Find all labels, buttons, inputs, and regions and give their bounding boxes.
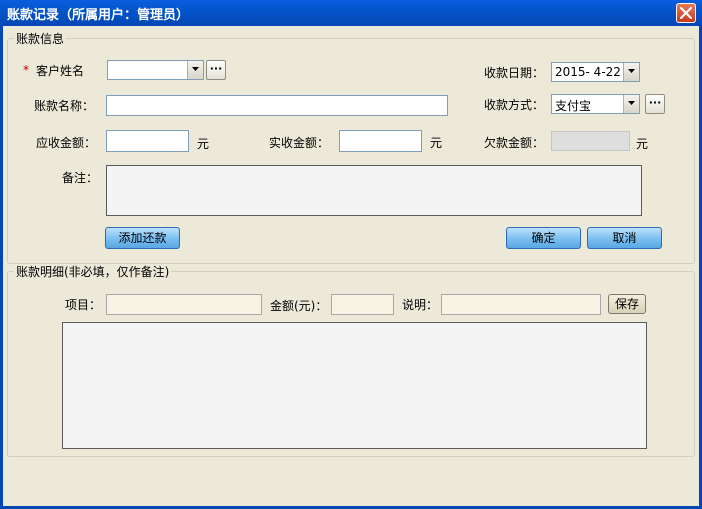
chevron-down-icon	[192, 67, 199, 71]
remark-textarea[interactable]	[106, 165, 642, 216]
description-label: 说明：	[402, 298, 439, 312]
confirm-button[interactable]: 确定	[506, 227, 581, 249]
payment-method-label: 收款方式：	[484, 98, 545, 112]
chevron-down-icon	[628, 101, 635, 105]
cancel-button[interactable]: 取消	[587, 227, 662, 249]
receivable-label: 应收金额：	[36, 136, 97, 150]
date-value: 2015- 4-22	[555, 65, 621, 79]
account-name-input[interactable]	[106, 95, 448, 116]
customer-name-combo[interactable]	[107, 60, 204, 80]
item-input[interactable]	[106, 294, 262, 315]
add-repayment-button[interactable]: 添加还款	[105, 227, 180, 249]
save-button[interactable]: 保存	[608, 294, 646, 314]
payment-method-dropdown-button[interactable]	[623, 95, 639, 113]
amount-input[interactable]	[331, 294, 394, 315]
amount-label: 金额(元)：	[270, 299, 328, 313]
date-label: 收款日期：	[484, 66, 545, 80]
account-info-legend: 账款信息	[16, 32, 65, 46]
close-button[interactable]	[676, 3, 696, 23]
owed-label: 欠款金额：	[484, 136, 545, 150]
received-input[interactable]	[339, 130, 422, 152]
customer-browse-button[interactable]: ···	[206, 60, 226, 80]
payment-method-browse-button[interactable]: ···	[645, 94, 665, 114]
owed-unit: 元	[636, 137, 649, 151]
customer-dropdown-button[interactable]	[187, 61, 203, 79]
receivable-unit: 元	[197, 137, 210, 151]
detail-list[interactable]	[62, 322, 647, 449]
description-input[interactable]	[441, 294, 601, 315]
window-title: 账款记录（所属用户：管理员）	[7, 8, 190, 23]
owed-input	[551, 131, 630, 151]
date-picker[interactable]: 2015- 4-22	[551, 62, 640, 82]
date-dropdown-button[interactable]	[623, 63, 639, 81]
receivable-input[interactable]	[106, 130, 189, 152]
customer-name-label: 客户姓名	[36, 64, 85, 78]
close-icon	[680, 7, 692, 19]
account-detail-legend: 账款明细(非必填，仅作备注)	[16, 265, 170, 279]
remark-label: 备注：	[62, 171, 99, 185]
title-bar: 账款记录（所属用户：管理员）	[0, 0, 702, 26]
payment-method-value: 支付宝	[555, 99, 592, 113]
received-label: 实收金额：	[269, 136, 330, 150]
item-label: 项目：	[65, 298, 102, 312]
account-name-label: 账款名称：	[34, 99, 95, 113]
chevron-down-icon	[628, 69, 635, 73]
received-unit: 元	[430, 136, 443, 150]
payment-method-combo[interactable]: 支付宝	[551, 94, 640, 114]
required-mark: *	[23, 63, 29, 77]
